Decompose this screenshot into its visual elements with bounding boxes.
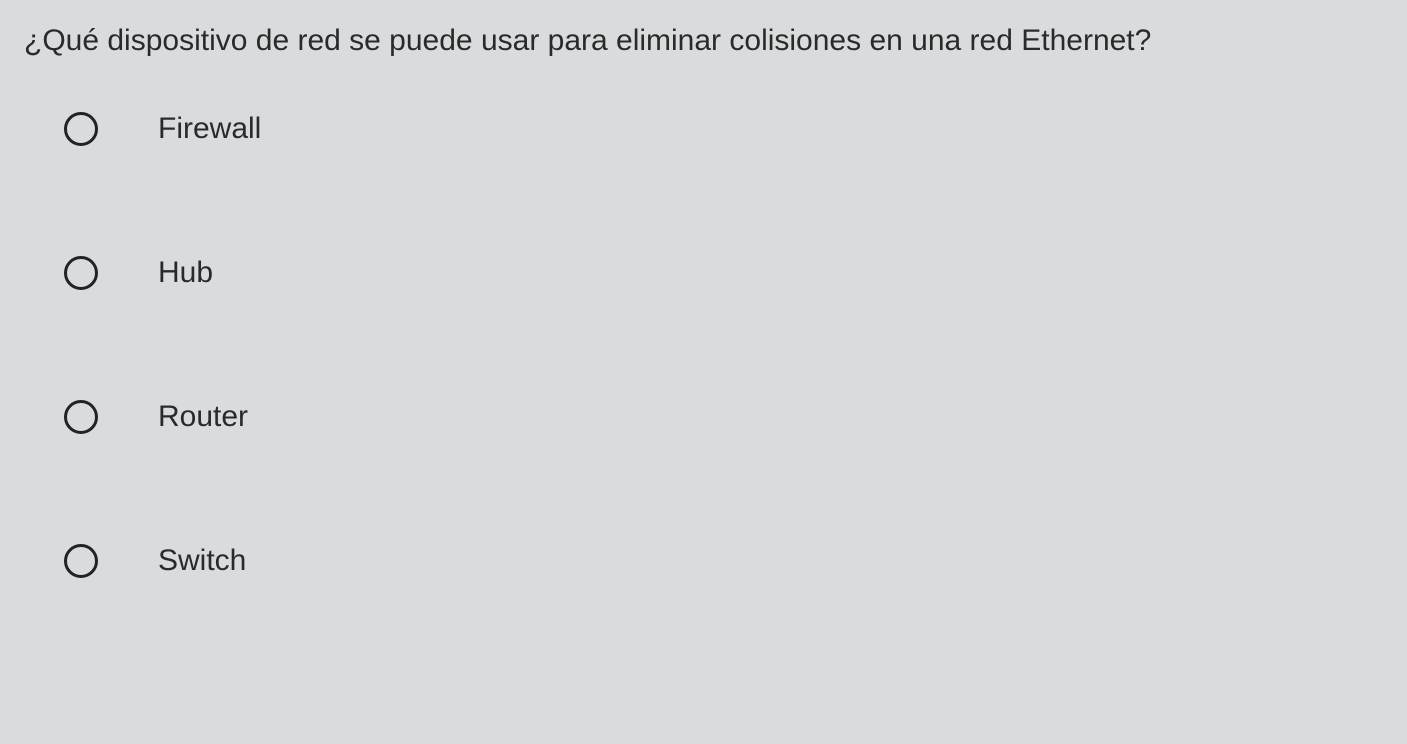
option-row-hub[interactable]: Hub	[64, 256, 1383, 290]
radio-icon[interactable]	[64, 112, 98, 146]
option-label: Switch	[158, 544, 246, 578]
question-container: ¿Qué dispositivo de red se puede usar pa…	[0, 0, 1407, 578]
option-label: Router	[158, 400, 248, 434]
radio-icon[interactable]	[64, 400, 98, 434]
options-list: Firewall Hub Router Switch	[24, 112, 1383, 578]
radio-icon[interactable]	[64, 256, 98, 290]
option-label: Firewall	[158, 112, 261, 146]
option-row-firewall[interactable]: Firewall	[64, 112, 1383, 146]
option-row-switch[interactable]: Switch	[64, 544, 1383, 578]
question-text: ¿Qué dispositivo de red se puede usar pa…	[24, 20, 1383, 62]
option-label: Hub	[158, 256, 213, 290]
option-row-router[interactable]: Router	[64, 400, 1383, 434]
radio-icon[interactable]	[64, 544, 98, 578]
